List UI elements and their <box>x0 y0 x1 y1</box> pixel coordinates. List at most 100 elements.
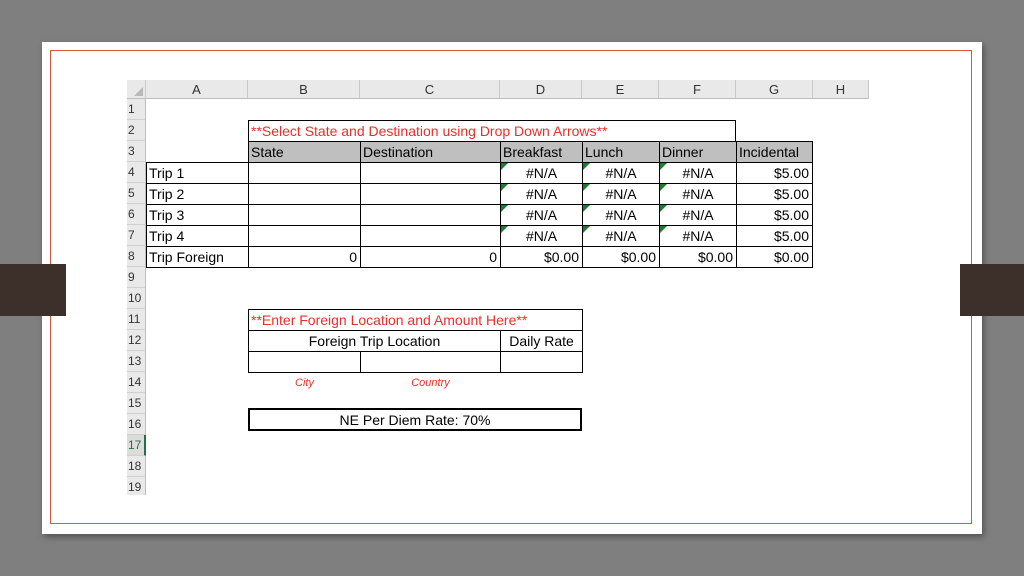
dinner-value: #N/A <box>682 165 714 181</box>
row-header-14[interactable]: 14 <box>127 372 146 393</box>
foreign-country-input[interactable] <box>360 351 501 373</box>
error-indicator-icon <box>583 163 590 170</box>
error-indicator-icon <box>501 184 508 191</box>
incidental-cell: $5.00 <box>736 183 813 205</box>
row-header-8[interactable]: 8 <box>127 246 146 267</box>
column-header-h[interactable]: H <box>813 80 869 99</box>
error-indicator-icon <box>583 205 590 212</box>
corner-triangle-icon <box>134 87 143 96</box>
dinner-cell: #N/A <box>659 204 737 226</box>
column-header-c[interactable]: C <box>360 80 500 99</box>
destination-dropdown-cell[interactable] <box>360 204 501 226</box>
foreign-city-input[interactable] <box>248 351 361 373</box>
instruction-note: **Select State and Destination using Dro… <box>248 120 736 142</box>
foreign-instruction-note: **Enter Foreign Location and Amount Here… <box>248 309 583 331</box>
destination-cell: 0 <box>360 246 501 268</box>
country-label: Country <box>411 376 450 389</box>
column-header-e[interactable]: E <box>582 80 659 99</box>
trip-label: Trip 4 <box>146 225 249 247</box>
right-side-tab <box>960 264 1024 316</box>
row-header-16[interactable]: 16 <box>127 414 146 435</box>
trip-label: Trip 2 <box>146 183 249 205</box>
breakfast-cell: #N/A <box>500 162 583 184</box>
error-indicator-icon <box>583 184 590 191</box>
incidental-cell: $5.00 <box>736 225 813 247</box>
destination-dropdown-cell[interactable] <box>360 225 501 247</box>
state-cell: 0 <box>248 246 361 268</box>
incidental-cell: $5.00 <box>736 162 813 184</box>
lunch-value: #N/A <box>605 207 637 223</box>
breakfast-cell: #N/A <box>500 183 583 205</box>
dinner-value: #N/A <box>682 228 714 244</box>
incidental-cell: $0.00 <box>736 246 813 268</box>
lunch-cell: $0.00 <box>582 246 660 268</box>
row-header-4[interactable]: 4 <box>127 162 146 183</box>
lunch-value: #N/A <box>605 186 637 202</box>
state-dropdown-cell[interactable] <box>248 225 361 247</box>
column-header-f[interactable]: F <box>659 80 736 99</box>
per-diem-rate: NE Per Diem Rate: 70% <box>248 408 582 431</box>
state-dropdown-cell[interactable] <box>248 162 361 184</box>
row-header-2[interactable]: 2 <box>127 120 146 141</box>
breakfast-value: #N/A <box>525 186 558 202</box>
dinner-value: #N/A <box>682 207 714 223</box>
row-header-6[interactable]: 6 <box>127 204 146 225</box>
row-header-1[interactable]: 1 <box>127 99 146 120</box>
error-indicator-icon <box>501 226 508 233</box>
row-header-3[interactable]: 3 <box>127 141 146 162</box>
trip-label: Trip 3 <box>146 204 249 226</box>
lunch-cell: #N/A <box>582 183 660 205</box>
city-label: City <box>295 376 314 389</box>
row-header-19[interactable]: 19 <box>127 477 146 495</box>
spreadsheet: A B C D E F G H 1 2 3 4 5 6 7 8 9 10 11 … <box>127 80 869 495</box>
header-breakfast: Breakfast <box>500 141 583 163</box>
error-indicator-icon <box>660 163 667 170</box>
row-header-11[interactable]: 11 <box>127 309 146 330</box>
breakfast-value: #N/A <box>525 165 558 181</box>
column-header-a[interactable]: A <box>146 80 248 99</box>
state-dropdown-cell[interactable] <box>248 183 361 205</box>
row-header-10[interactable]: 10 <box>127 288 146 309</box>
breakfast-cell: #N/A <box>500 204 583 226</box>
column-header-b[interactable]: B <box>248 80 360 99</box>
left-side-tab <box>0 264 66 316</box>
trip-label: Trip Foreign <box>146 246 249 268</box>
header-state: State <box>248 141 361 163</box>
breakfast-cell: #N/A <box>500 225 583 247</box>
header-incidental: Incidental <box>736 141 813 163</box>
trip-label: Trip 1 <box>146 162 249 184</box>
column-header-d[interactable]: D <box>500 80 582 99</box>
dinner-cell: #N/A <box>659 162 737 184</box>
header-dinner: Dinner <box>659 141 737 163</box>
error-indicator-icon <box>660 226 667 233</box>
row-header-15[interactable]: 15 <box>127 393 146 414</box>
foreign-location-header: Foreign Trip Location <box>248 330 501 352</box>
row-header-9[interactable]: 9 <box>127 267 146 288</box>
daily-rate-input[interactable] <box>500 351 583 373</box>
row-header-12[interactable]: 12 <box>127 330 146 351</box>
lunch-cell: #N/A <box>582 204 660 226</box>
select-all-corner[interactable] <box>127 80 146 99</box>
header-lunch: Lunch <box>582 141 660 163</box>
destination-dropdown-cell[interactable] <box>360 183 501 205</box>
error-indicator-icon <box>501 163 508 170</box>
lunch-cell: #N/A <box>582 162 660 184</box>
error-indicator-icon <box>660 184 667 191</box>
row-header-7[interactable]: 7 <box>127 225 146 246</box>
dinner-value: #N/A <box>682 186 714 202</box>
dinner-cell: #N/A <box>659 183 737 205</box>
error-indicator-icon <box>660 205 667 212</box>
row-header-13[interactable]: 13 <box>127 351 146 372</box>
state-dropdown-cell[interactable] <box>248 204 361 226</box>
row-header-5[interactable]: 5 <box>127 183 146 204</box>
column-header-g[interactable]: G <box>736 80 813 99</box>
lunch-value: #N/A <box>605 165 637 181</box>
lunch-cell: #N/A <box>582 225 660 247</box>
breakfast-cell: $0.00 <box>500 246 583 268</box>
daily-rate-header: Daily Rate <box>500 330 583 352</box>
row-header-17[interactable]: 17 <box>127 435 146 456</box>
lunch-value: #N/A <box>605 228 637 244</box>
row-header-18[interactable]: 18 <box>127 456 146 477</box>
error-indicator-icon <box>583 226 590 233</box>
destination-dropdown-cell[interactable] <box>360 162 501 184</box>
